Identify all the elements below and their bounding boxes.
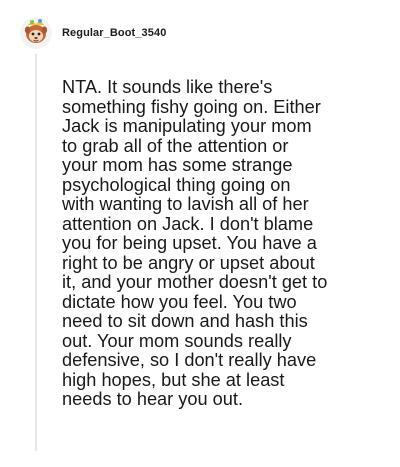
comment-body: NTA. It sounds like there's something fi… [62, 77, 328, 409]
comment-header: Regular_Boot_3540 [20, 16, 166, 50]
username[interactable]: Regular_Boot_3540 [62, 27, 166, 39]
thread-collapse-line[interactable] [35, 54, 37, 451]
comment-card: Regular_Boot_3540 NTA. It sounds like th… [0, 0, 400, 467]
reddit-snoo-avatar-icon [20, 17, 52, 49]
avatar-icon[interactable] [20, 17, 52, 49]
